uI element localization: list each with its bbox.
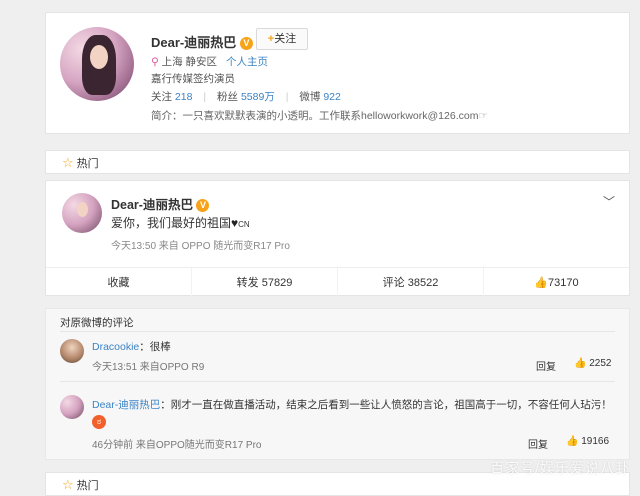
reply-button[interactable]: 回复 <box>536 358 556 373</box>
comment-user[interactable]: Dracookie <box>92 341 139 353</box>
comment-avatar[interactable] <box>60 339 84 363</box>
profile-name-row: Dear-迪丽热巴 V <box>151 32 253 51</box>
comment-like-button[interactable]: 👍 19166 <box>566 436 609 447</box>
weibo-label: 微博 <box>299 91 321 103</box>
profile-bio: 简介：一只喜欢默默表演的小透明。工作联系helloworkwork@126.co… <box>151 108 488 123</box>
weibo-count[interactable]: 922 <box>323 91 341 103</box>
fans-count[interactable]: 5589万 <box>241 91 275 103</box>
comment-text-row: Dracookie：很棒 <box>92 339 171 354</box>
following-label: 关注 <box>151 91 172 103</box>
comments-title: 对原微博的评论 <box>60 317 134 329</box>
weibo-post: Dear-迪丽热巴 V 爱你，我们最好的祖国♥CN 今天13:50 来自 OPP… <box>45 180 630 297</box>
verified-icon: V <box>196 199 210 212</box>
hot-label-row: ☆ 热门 <box>62 477 99 493</box>
comment-like-count: 19166 <box>581 436 610 447</box>
location-text: 上海 静安区 <box>161 56 218 68</box>
repost-count: 57829 <box>261 277 293 289</box>
hand-icon: ☞ <box>478 110 488 122</box>
angry-emoji-icon: ಠ <box>92 415 106 429</box>
reply-button[interactable]: 回复 <box>528 436 548 451</box>
profile-stats: 关注 218 | 粉丝 5589万 | 微博 922 <box>151 91 341 103</box>
comment-text-row: Dear-迪丽热巴：刚才一直在做直播活动，结束之后看到一些让人愤怒的言论，祖国高… <box>92 397 612 412</box>
follow-label: 关注 <box>274 33 297 45</box>
comment-like-count: 2252 <box>589 358 612 369</box>
following-count[interactable]: 218 <box>175 91 193 103</box>
hot-label: 热门 <box>76 480 99 492</box>
repost-button[interactable]: 转发 57829 <box>192 268 338 297</box>
comment-text: ：刚才一直在做直播活动，结束之后看到一些让人愤怒的言论，祖国高于一切，不容任何人… <box>160 399 612 411</box>
fans-label: 粉丝 <box>217 91 239 103</box>
comment-text: ：很棒 <box>139 341 171 353</box>
divider <box>60 331 615 332</box>
comment-user[interactable]: Dear-迪丽热巴 <box>92 399 160 411</box>
job-text: 嘉行传媒签约演员 <box>151 73 235 85</box>
hot-section-header: ☆ 热门 <box>45 150 630 174</box>
watermark: 百家号/娱乐爱说八卦 <box>490 460 630 476</box>
comment-count: 38522 <box>407 277 439 289</box>
thumbs-up-icon: 👍 <box>574 358 587 369</box>
location-row: ⚲ 上海 静安区 个人主页 <box>151 54 268 69</box>
thumbs-up-icon: 👍 <box>534 277 549 289</box>
post-text: 爱你，我们最好的祖国 <box>111 216 232 230</box>
post-text-row: 爱你，我们最好的祖国♥CN <box>111 214 250 231</box>
like-button[interactable]: 👍73170 <box>484 268 629 297</box>
post-actions: 收藏 转发 57829 评论 38522 👍73170 <box>46 267 629 297</box>
repost-label: 转发 <box>236 277 259 289</box>
homepage-link[interactable]: 个人主页 <box>226 56 268 68</box>
comment-meta: 今天13:51 来自OPPO R9 <box>92 362 205 373</box>
hot-label: 热门 <box>76 158 99 170</box>
post-author[interactable]: Dear-迪丽热巴 <box>111 198 193 212</box>
bio-text: 简介：一只喜欢默默表演的小透明。工作联系helloworkwork@126.co… <box>151 110 479 122</box>
post-avatar[interactable] <box>62 193 102 233</box>
location-pin-icon: ⚲ <box>151 56 159 68</box>
comment-avatar[interactable] <box>60 395 84 419</box>
like-count: 73170 <box>548 277 579 289</box>
post-text-suffix: CN <box>238 220 250 229</box>
verified-icon: V <box>239 37 253 50</box>
profile-avatar[interactable] <box>60 27 134 101</box>
comments-panel: 对原微博的评论 Dracookie：很棒 今天13:51 来自OPPO R9 回… <box>45 308 630 460</box>
divider <box>60 381 615 382</box>
profile-card: Dear-迪丽热巴 V +关注 ⚲ 上海 静安区 个人主页 嘉行传媒签约演员 关… <box>45 12 630 134</box>
follow-button[interactable]: +关注 <box>256 28 308 50</box>
comment-like-button[interactable]: 👍 2252 <box>574 358 611 369</box>
profile-name[interactable]: Dear-迪丽热巴 <box>151 35 236 50</box>
thumbs-up-icon: 👍 <box>566 436 579 447</box>
collect-label: 收藏 <box>107 277 130 289</box>
collect-button[interactable]: 收藏 <box>46 268 192 297</box>
comment-button[interactable]: 评论 38522 <box>338 268 484 297</box>
chevron-down-icon[interactable]: ﹀ <box>603 193 615 210</box>
post-author-row: Dear-迪丽热巴 V <box>111 194 210 213</box>
comment-label: 评论 <box>382 277 405 289</box>
comment-meta: 46分钟前 来自OPPO随光而变R17 Pro <box>92 440 262 451</box>
star-icon: ☆ <box>62 155 74 170</box>
post-meta: 今天13:50 来自 OPPO 随光而变R17 Pro <box>111 241 290 252</box>
hot-label-row: ☆ 热门 <box>62 155 99 171</box>
